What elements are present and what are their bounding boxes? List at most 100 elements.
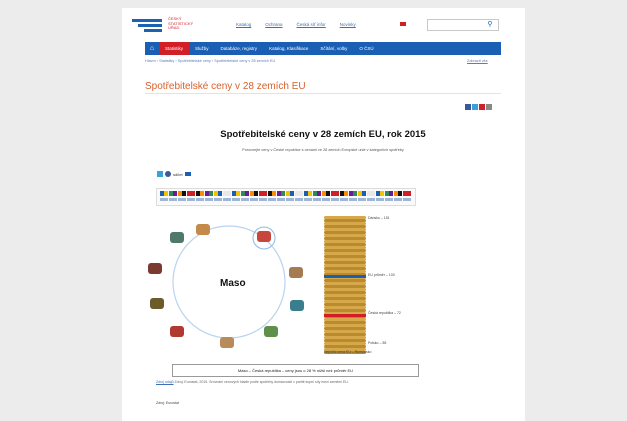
- twitter-icon[interactable]: [472, 104, 478, 110]
- main-nav: ⌂ Statistiky Služby Databáze, registry K…: [145, 42, 501, 55]
- country-flag-icon[interactable]: [403, 198, 411, 201]
- search-icon[interactable]: ⚲: [483, 19, 497, 31]
- appliance-icon[interactable]: [150, 298, 164, 309]
- country-flag-icon[interactable]: [268, 191, 276, 196]
- country-flag-icon[interactable]: [259, 198, 267, 201]
- nav-item-o-csu[interactable]: O ČSÚ: [353, 42, 379, 55]
- facebook-icon[interactable]: [165, 171, 171, 177]
- bread-icon[interactable]: [196, 224, 210, 235]
- country-flag-icon[interactable]: [241, 191, 249, 196]
- print-icon[interactable]: [486, 104, 492, 110]
- country-flag-selector[interactable]: [156, 188, 416, 206]
- country-flag-icon[interactable]: [214, 198, 222, 201]
- nav-item-databaze[interactable]: Databáze, registry: [215, 42, 264, 55]
- fish-icon[interactable]: [290, 300, 304, 311]
- top-link[interactable]: Katalog: [236, 22, 251, 27]
- furniture-icon[interactable]: [220, 337, 234, 348]
- facebook-icon[interactable]: [465, 104, 471, 110]
- country-flag-icon[interactable]: [169, 191, 177, 196]
- site-logo[interactable]: ČESKÝ STATISTICKÝ ÚŘAD: [132, 16, 207, 32]
- nav-item-katalog[interactable]: Katalog, Klasifikace: [263, 42, 314, 55]
- country-flag-icon[interactable]: [286, 198, 294, 201]
- twitter-icon[interactable]: [157, 171, 163, 177]
- top-link[interactable]: Novinky: [340, 22, 356, 27]
- country-flag-icon[interactable]: [376, 198, 384, 201]
- country-flag-icon[interactable]: [196, 198, 204, 201]
- country-flag-icon[interactable]: [205, 191, 213, 196]
- country-flag-icon[interactable]: [313, 198, 321, 201]
- country-flag-icon[interactable]: [349, 191, 357, 196]
- country-flag-icon[interactable]: [160, 191, 168, 196]
- caption-text: Maso – Česká republika – ceny jsou o 28 …: [237, 368, 354, 373]
- country-flag-icon[interactable]: [250, 198, 258, 201]
- country-flag-icon[interactable]: [196, 191, 204, 196]
- country-flag-icon[interactable]: [376, 191, 384, 196]
- country-flag-icon[interactable]: [178, 198, 186, 201]
- country-flag-icon[interactable]: [295, 191, 303, 196]
- country-flag-icon[interactable]: [250, 191, 258, 196]
- country-flag-icon[interactable]: [403, 191, 411, 196]
- coin-label-bottom2: Nejnižší cena EU – Rumunsko: [324, 350, 372, 354]
- country-flag-icon[interactable]: [223, 191, 231, 196]
- country-flag-icon[interactable]: [214, 191, 222, 196]
- country-flag-icon[interactable]: [340, 198, 348, 201]
- bottle-icon[interactable]: [170, 232, 184, 243]
- country-flag-icon[interactable]: [331, 198, 339, 201]
- top-link[interactable]: Česká síť infor: [297, 22, 326, 27]
- country-flag-icon[interactable]: [268, 198, 276, 201]
- country-flag-icon[interactable]: [358, 198, 366, 201]
- country-flag-icon[interactable]: [367, 191, 375, 196]
- nav-item-scitani[interactable]: Sčítání, volby: [314, 42, 353, 55]
- coin-label-bottom: Polsko – 58: [368, 341, 387, 345]
- nav-item-statistiky[interactable]: Statistiky: [159, 42, 190, 55]
- country-flag-icon[interactable]: [358, 191, 366, 196]
- country-flag-icon[interactable]: [277, 198, 285, 201]
- nav-item-sluzby[interactable]: Služby: [189, 42, 215, 55]
- country-flag-icon[interactable]: [394, 191, 402, 196]
- country-flag-icon[interactable]: [232, 198, 240, 201]
- footnote: Zdroj údajů Zdroj: Eurostat, 2015. Srovn…: [156, 380, 418, 385]
- country-flag-icon[interactable]: [304, 198, 312, 201]
- country-flag-icon[interactable]: [367, 198, 375, 201]
- country-flag-icon[interactable]: [232, 191, 240, 196]
- country-flag-icon[interactable]: [304, 191, 312, 196]
- country-flag-icon[interactable]: [331, 191, 339, 196]
- country-flag-icon[interactable]: [169, 198, 177, 201]
- country-flag-icon[interactable]: [322, 191, 330, 196]
- source-link[interactable]: Zdroj údajů: [156, 380, 174, 384]
- country-flag-icon[interactable]: [178, 191, 186, 196]
- drinks-icon[interactable]: [170, 326, 184, 337]
- country-flag-icon[interactable]: [277, 191, 285, 196]
- country-flag-icon[interactable]: [223, 198, 231, 201]
- country-flag-icon[interactable]: [385, 198, 393, 201]
- country-flag-icon[interactable]: [205, 198, 213, 201]
- home-icon[interactable]: ⌂: [145, 42, 159, 55]
- meat-icon[interactable]: [257, 231, 271, 242]
- footnote-text: Zdroj: Eurostat, 2015. Srovnání cenových…: [174, 380, 349, 384]
- social-share: sdílet: [157, 171, 191, 177]
- page-container: ČESKÝ STATISTICKÝ ÚŘAD Katalog Ochrana Č…: [122, 8, 525, 421]
- country-flag-icon[interactable]: [322, 198, 330, 201]
- logo-bar: [144, 29, 162, 32]
- dairy-icon[interactable]: [289, 267, 303, 278]
- electronics-icon[interactable]: [148, 263, 162, 274]
- country-flag-icon[interactable]: [295, 198, 303, 201]
- vegetables-icon[interactable]: [264, 326, 278, 337]
- country-flag-icon[interactable]: [313, 191, 321, 196]
- country-flag-icon[interactable]: [349, 198, 357, 201]
- country-flag-icon[interactable]: [385, 191, 393, 196]
- country-flag-icon[interactable]: [340, 191, 348, 196]
- show-all-link[interactable]: Zobrazit vše: [467, 59, 488, 63]
- country-flag-icon[interactable]: [187, 191, 195, 196]
- country-flag-icon[interactable]: [259, 191, 267, 196]
- breadcrumb[interactable]: Hlavní › Statistiky › Spotřebitelské cen…: [145, 59, 455, 64]
- country-flag-icon[interactable]: [160, 198, 168, 201]
- google-plus-icon[interactable]: [479, 104, 485, 110]
- country-flag-icon[interactable]: [241, 198, 249, 201]
- country-flag-icon[interactable]: [286, 191, 294, 196]
- language-flag-icon[interactable]: [400, 22, 406, 26]
- eu-average-marker: [324, 275, 366, 278]
- country-flag-icon[interactable]: [394, 198, 402, 201]
- top-link[interactable]: Ochrana: [265, 22, 282, 27]
- country-flag-icon[interactable]: [187, 198, 195, 201]
